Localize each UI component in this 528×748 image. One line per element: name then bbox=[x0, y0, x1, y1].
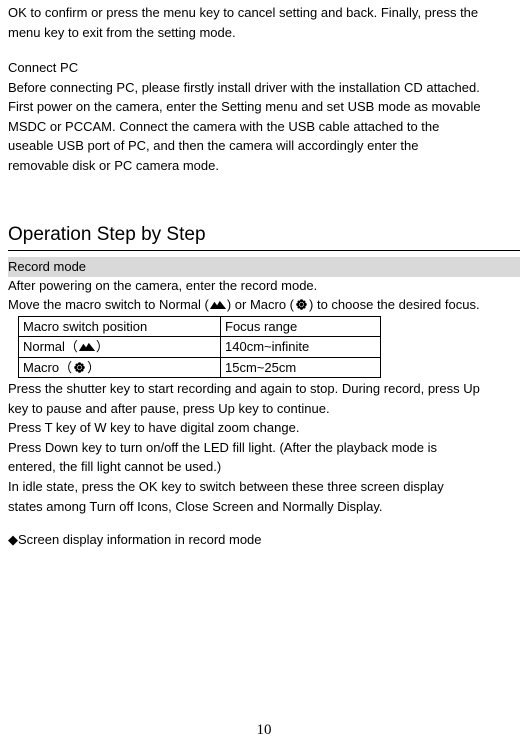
table-cell: 140cm~infinite bbox=[221, 337, 381, 358]
table-row: Macro（） 15cm~25cm bbox=[19, 357, 381, 378]
connect-pc-l3: MSDC or PCCAM. Connect the camera with t… bbox=[8, 119, 439, 134]
flower-icon bbox=[72, 362, 87, 373]
record-p2: key to pause and after pause, press Up k… bbox=[8, 401, 330, 416]
record-p3: Press T key of W key to have digital zoo… bbox=[8, 420, 299, 435]
operation-heading: Operation Step by Step bbox=[8, 222, 520, 251]
table-cell: 15cm~25cm bbox=[221, 357, 381, 378]
record-p5: entered, the fill light cannot be used.) bbox=[8, 459, 221, 474]
record-p1: Press the shutter key to start recording… bbox=[8, 381, 480, 396]
table-cell: Normal（） bbox=[19, 337, 221, 358]
intro-line-2: menu key to exit from the setting mode. bbox=[8, 25, 236, 40]
table-header-2: Focus range bbox=[221, 316, 381, 337]
record-p7: states among Turn off Icons, Close Scree… bbox=[8, 499, 383, 514]
connect-pc-heading: Connect PC bbox=[8, 60, 78, 75]
record-p4: Press Down key to turn on/off the LED fi… bbox=[8, 440, 437, 455]
record-p6: In idle state, press the OK key to switc… bbox=[8, 479, 444, 494]
page-number: 10 bbox=[0, 720, 528, 740]
flower-icon bbox=[294, 299, 309, 310]
connect-pc-l1: Before connecting PC, please firstly ins… bbox=[8, 80, 480, 95]
mountain-icon bbox=[209, 299, 227, 310]
record-l2: Move the macro switch to Normal () or Ma… bbox=[8, 296, 520, 314]
connect-pc-l5: removable disk or PC camera mode. bbox=[8, 158, 219, 173]
table-cell: Macro（） bbox=[19, 357, 221, 378]
focus-table: Macro switch position Focus range Normal… bbox=[18, 316, 381, 379]
intro-line-1: OK to confirm or press the menu key to c… bbox=[8, 5, 478, 20]
screen-display-info: ◆Screen display information in record mo… bbox=[8, 532, 262, 547]
table-header-1: Macro switch position bbox=[19, 316, 221, 337]
mountain-icon bbox=[78, 341, 96, 352]
record-l1: After powering on the camera, enter the … bbox=[8, 278, 317, 293]
connect-pc-l4: useable USB port of PC, and then the cam… bbox=[8, 138, 418, 153]
connect-pc-l2: First power on the camera, enter the Set… bbox=[8, 99, 481, 114]
body-text: OK to confirm or press the menu key to c… bbox=[8, 4, 520, 549]
table-row: Macro switch position Focus range bbox=[19, 316, 381, 337]
record-mode-title: Record mode bbox=[8, 257, 520, 277]
table-row: Normal（） 140cm~infinite bbox=[19, 337, 381, 358]
